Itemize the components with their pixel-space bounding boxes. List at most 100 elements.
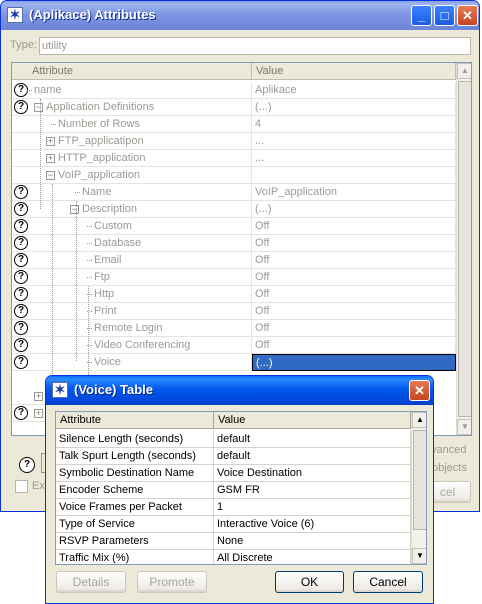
voice-value-cell[interactable]: None (214, 533, 411, 550)
objects-label[interactable]: objects (432, 462, 467, 474)
attribute-name-cell[interactable]: ? Custom (12, 218, 252, 235)
attribute-name-cell[interactable]: ? Remote Login (12, 320, 252, 337)
attribute-name-cell[interactable]: ? − Application Definitions (12, 99, 252, 116)
header-value[interactable]: Value (252, 63, 456, 80)
attribute-row[interactable]: ? Email Off (12, 252, 456, 269)
scroll-up-icon[interactable]: ▲ (412, 412, 426, 428)
attribute-value-cell[interactable]: Aplikace (252, 82, 456, 99)
voice-attribute-cell[interactable]: Traffic Mix (%) (56, 550, 214, 564)
voice-value-cell[interactable]: GSM FR (214, 482, 411, 499)
attribute-name-cell[interactable]: + FTP_applicatipon (12, 133, 252, 150)
question-icon[interactable]: ? (14, 202, 28, 216)
attribute-row[interactable]: ? Name VoIP_application (12, 184, 456, 201)
help-icon[interactable]: ? (19, 457, 35, 473)
voice-row[interactable]: RSVP Parameters None (56, 533, 411, 550)
question-icon[interactable]: ? (14, 270, 28, 284)
attribute-value-cell[interactable]: Off (252, 320, 456, 337)
collapse-icon[interactable]: − (46, 171, 55, 180)
question-icon[interactable]: ? (14, 355, 28, 369)
attribute-value-cell[interactable]: ... (252, 150, 456, 167)
question-icon[interactable]: ? (14, 83, 28, 97)
attribute-value-cell[interactable]: Off (252, 235, 456, 252)
question-icon[interactable]: ? (14, 236, 28, 250)
attribute-row[interactable]: ? Remote Login Off (12, 320, 456, 337)
voice-attribute-cell[interactable]: Voice Frames per Packet (56, 499, 214, 516)
voice-attribute-cell[interactable]: Silence Length (seconds) (56, 431, 214, 448)
collapse-icon[interactable]: − (70, 205, 79, 214)
voice-value-cell[interactable]: default (214, 431, 411, 448)
attribute-name-cell[interactable]: − VoIP_application (12, 167, 252, 184)
attribute-value-cell[interactable]: Off (252, 337, 456, 354)
voice-value-cell[interactable]: Interactive Voice (6) (214, 516, 411, 533)
voice-attribute-cell[interactable]: RSVP Parameters (56, 533, 214, 550)
attribute-value-cell[interactable]: 4 (252, 116, 456, 133)
attribute-row[interactable]: Number of Rows 4 (12, 116, 456, 133)
attribute-value-cell[interactable]: Off (252, 218, 456, 235)
attribute-row[interactable]: − VoIP_application (12, 167, 456, 184)
scroll-down-icon[interactable]: ▼ (412, 548, 426, 564)
attribute-value-cell[interactable]: Off (252, 286, 456, 303)
attribute-value-cell[interactable]: (...) (252, 201, 456, 218)
expand-icon[interactable]: + (46, 137, 55, 146)
scroll-thumb[interactable] (413, 430, 426, 530)
voice-row[interactable]: Symbolic Destination Name Voice Destinati… (56, 465, 411, 482)
attribute-name-cell[interactable]: Number of Rows (12, 116, 252, 133)
attribute-name-cell[interactable]: ? Voice (12, 354, 252, 371)
header-attribute[interactable]: Attribute (12, 63, 252, 80)
attribute-row[interactable]: ? Http Off (12, 286, 456, 303)
attribute-name-cell[interactable]: ? name (12, 82, 252, 99)
question-icon[interactable]: ? (14, 253, 28, 267)
voice-close-button[interactable]: ✕ (409, 380, 430, 401)
attribute-row[interactable]: ? Custom Off (12, 218, 456, 235)
exact-checkbox[interactable] (15, 480, 28, 493)
attribute-row[interactable]: ? Print Off (12, 303, 456, 320)
voice-attribute-cell[interactable]: Symbolic Destination Name (56, 465, 214, 482)
attribute-value-cell[interactable] (252, 167, 456, 184)
collapse-icon[interactable]: − (34, 103, 43, 112)
scroll-up-icon[interactable]: ▲ (457, 63, 471, 79)
expand-icon[interactable]: + (34, 392, 43, 401)
attribute-row[interactable]: ? Voice (...) (12, 354, 456, 371)
attribute-value-cell[interactable]: (...) (252, 99, 456, 116)
voice-value-cell[interactable]: All Discrete (214, 550, 411, 564)
type-field[interactable]: utility (39, 37, 471, 55)
question-icon[interactable]: ? (14, 304, 28, 318)
voice-value-cell[interactable]: 1 (214, 499, 411, 516)
voice-header-value[interactable]: Value (214, 412, 411, 429)
attribute-name-cell[interactable]: ? − Description (12, 201, 252, 218)
minimize-button[interactable]: _ (411, 5, 432, 26)
voice-attribute-cell[interactable]: Type of Service (56, 516, 214, 533)
cancel-button[interactable]: Cancel (353, 571, 423, 593)
attribute-row[interactable]: + FTP_applicatipon... (12, 133, 456, 150)
question-icon[interactable]: ? (14, 287, 28, 301)
expand-icon[interactable]: + (46, 154, 55, 163)
attribute-value-cell[interactable]: (...) (252, 354, 456, 371)
voice-row[interactable]: Talk Spurt Length (seconds) default (56, 448, 411, 465)
voice-row[interactable]: Traffic Mix (%) All Discrete (56, 550, 411, 564)
attribute-value-cell[interactable]: Off (252, 252, 456, 269)
ok-button[interactable]: OK (275, 571, 344, 593)
scroll-thumb[interactable] (458, 81, 471, 417)
attribute-row[interactable]: ? Ftp Off (12, 269, 456, 286)
attribute-name-cell[interactable]: ? Ftp (12, 269, 252, 286)
attribute-row[interactable]: ? Database Off (12, 235, 456, 252)
attribute-row[interactable]: ? Video Conferencing Off (12, 337, 456, 354)
details-button[interactable]: Details (56, 571, 126, 593)
attribute-row[interactable]: ? name Aplikace (12, 82, 456, 99)
question-icon[interactable]: ? (14, 406, 28, 420)
question-icon[interactable]: ? (14, 219, 28, 233)
question-icon[interactable]: ? (14, 338, 28, 352)
scroll-down-icon[interactable]: ▼ (457, 419, 471, 435)
attribute-name-cell[interactable]: + HTTP_application (12, 150, 252, 167)
attribute-value-cell[interactable]: VoIP_application (252, 184, 456, 201)
attribute-name-cell[interactable]: ? Email (12, 252, 252, 269)
attribute-value-cell[interactable]: ... (252, 133, 456, 150)
question-icon[interactable]: ? (14, 100, 28, 114)
voice-titlebar[interactable]: ✶ (Voice) Table ✕ (46, 376, 433, 405)
attribute-name-cell[interactable]: ? Print (12, 303, 252, 320)
attribute-row[interactable]: ? − Application Definitions (...) (12, 99, 456, 116)
attribute-value-cell[interactable]: Off (252, 303, 456, 320)
voice-value-cell[interactable]: Voice Destination (214, 465, 411, 482)
attribute-name-cell[interactable]: ? Video Conferencing (12, 337, 252, 354)
voice-value-cell[interactable]: default (214, 448, 411, 465)
